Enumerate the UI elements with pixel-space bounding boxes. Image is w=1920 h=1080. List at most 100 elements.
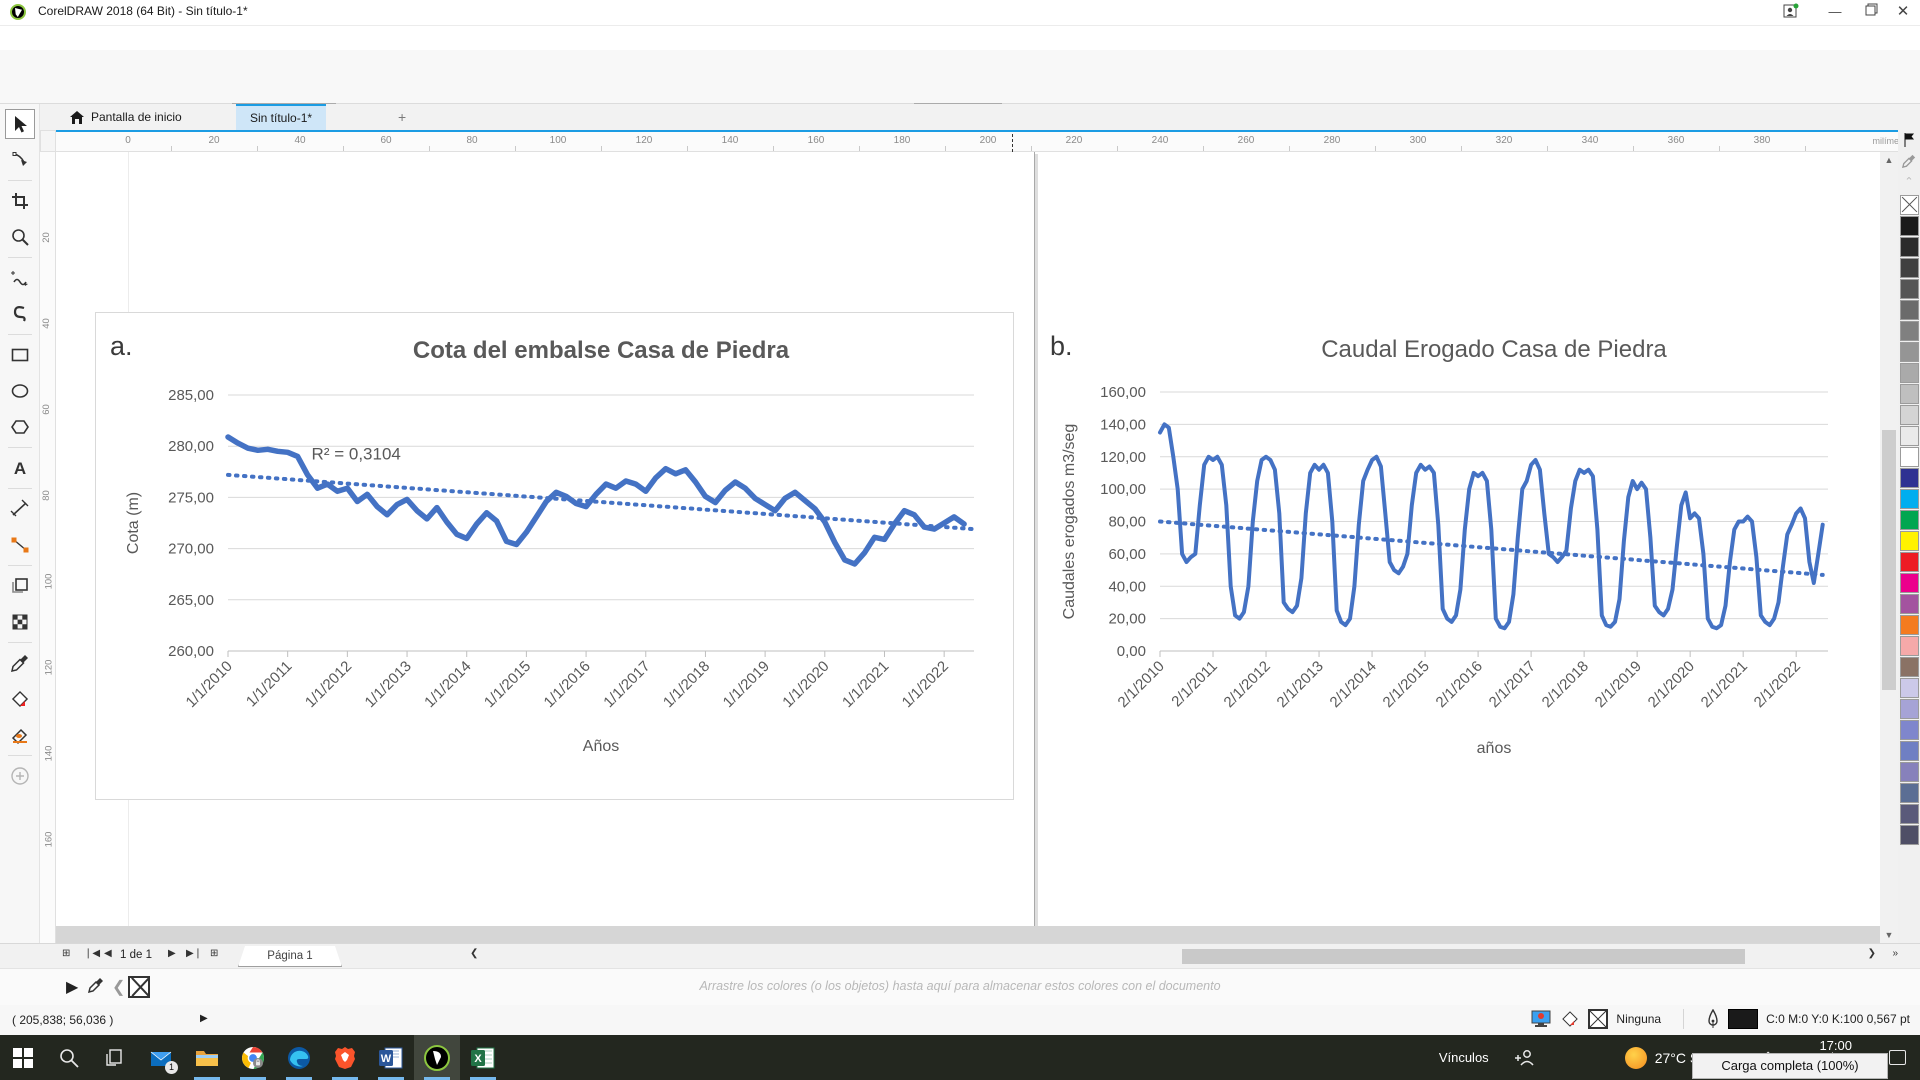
rectangle-tool[interactable] — [5, 340, 35, 370]
tab-document[interactable]: Sin título-1* — [236, 104, 326, 130]
scroll-left-icon[interactable]: ❮ — [470, 948, 478, 959]
last-page-icon[interactable]: ▶❘ — [186, 948, 202, 959]
color-swatch[interactable] — [1900, 216, 1919, 236]
account-icon[interactable] — [1782, 3, 1800, 21]
color-swatch[interactable] — [1900, 405, 1919, 425]
next-page-icon[interactable]: ▶ — [168, 948, 176, 959]
expand-icon[interactable]: » — [1892, 948, 1898, 959]
horizontal-ruler[interactable]: milímetros 02040608010012014016018020022… — [56, 130, 1920, 152]
links-toolbar-label[interactable]: Vínculos — [1439, 1050, 1489, 1065]
interactive-fill-tool[interactable] — [5, 684, 35, 714]
outline-pen-icon[interactable] — [1706, 1009, 1720, 1029]
text-tool[interactable]: A — [5, 453, 35, 483]
color-swatch[interactable] — [1900, 720, 1919, 740]
chart-object-caudal-erogado[interactable]: b.Caudal Erogado Casa de Piedra160,00140… — [1040, 315, 1855, 790]
action-center-icon[interactable] — [1889, 1050, 1906, 1065]
outline-color-swatch[interactable] — [1728, 1009, 1758, 1029]
drop-shadow-tool[interactable] — [5, 571, 35, 601]
excel-app[interactable]: X — [460, 1035, 506, 1080]
swatch-none[interactable] — [1900, 195, 1919, 215]
dimension-tool[interactable] — [5, 494, 35, 524]
restore-button[interactable] — [1862, 3, 1880, 21]
proof-colors-icon[interactable] — [1530, 1010, 1552, 1028]
transparency-tool[interactable] — [5, 607, 35, 637]
color-swatch[interactable] — [1900, 510, 1919, 530]
chart-object-cota-embalse[interactable]: a.Cota del embalse Casa de Piedra285,002… — [95, 312, 1014, 800]
first-page-icon[interactable]: ❘◀ — [84, 948, 100, 959]
brave-app[interactable] — [322, 1035, 368, 1080]
color-swatch[interactable] — [1900, 237, 1919, 257]
smart-fill-tool[interactable] — [5, 720, 35, 750]
palette-scroll-up-icon[interactable]: ⌃ — [1900, 175, 1918, 193]
shape-tool[interactable] — [5, 145, 35, 175]
color-swatch[interactable] — [1900, 657, 1919, 677]
clock[interactable]: 17:00 — [1819, 1038, 1852, 1053]
vertical-scrollbar[interactable]: ▲ ▼ — [1880, 152, 1898, 943]
color-swatch[interactable] — [1900, 741, 1919, 761]
color-swatch[interactable] — [1900, 384, 1919, 404]
new-tab-button[interactable]: + — [384, 104, 412, 130]
color-swatch[interactable] — [1900, 594, 1919, 614]
ruler-origin[interactable] — [40, 130, 56, 152]
pick-tool[interactable] — [5, 109, 35, 139]
color-swatch[interactable] — [1900, 573, 1919, 593]
color-swatch[interactable] — [1900, 552, 1919, 572]
status-flyout-icon[interactable]: ▶ — [200, 1013, 208, 1024]
crop-tool[interactable] — [5, 186, 35, 216]
palette-flag-icon[interactable] — [1900, 133, 1918, 151]
color-swatch[interactable] — [1900, 825, 1919, 845]
tab-welcome-screen[interactable]: Pantalla de inicio — [56, 104, 196, 130]
search-button[interactable] — [46, 1035, 92, 1080]
color-swatch[interactable] — [1900, 615, 1919, 635]
edge-app[interactable] — [276, 1035, 322, 1080]
mail-app[interactable]: 1 — [138, 1035, 184, 1080]
drawing-canvas[interactable]: a.Cota del embalse Casa de Piedra285,002… — [56, 152, 1880, 943]
color-swatch[interactable] — [1900, 300, 1919, 320]
people-icon[interactable] — [1515, 1049, 1535, 1067]
polygon-tool[interactable] — [5, 412, 35, 442]
color-swatch[interactable] — [1900, 489, 1919, 509]
page-tab[interactable]: Página 1 — [238, 946, 342, 967]
task-view-button[interactable] — [92, 1035, 138, 1080]
vertical-ruler[interactable]: 20406080100120140160 — [40, 152, 56, 943]
color-swatch[interactable] — [1900, 468, 1919, 488]
freehand-tool[interactable] — [5, 263, 35, 293]
explorer-app[interactable] — [184, 1035, 230, 1080]
chrome-app[interactable] — [230, 1035, 276, 1080]
horizontal-scroll-thumb[interactable] — [1182, 949, 1745, 964]
color-swatch[interactable] — [1900, 321, 1919, 341]
word-app[interactable]: W — [368, 1035, 414, 1080]
color-swatch[interactable] — [1900, 426, 1919, 446]
fill-none-icon[interactable] — [1588, 1009, 1608, 1029]
more-tools[interactable] — [5, 761, 35, 791]
color-eyedropper-tool[interactable] — [5, 648, 35, 678]
connector-tool[interactable] — [5, 530, 35, 560]
color-swatch[interactable] — [1900, 636, 1919, 656]
vertical-scroll-thumb[interactable] — [1882, 430, 1896, 690]
artistic-media-tool[interactable] — [5, 299, 35, 329]
color-swatch[interactable] — [1900, 762, 1919, 782]
color-swatch[interactable] — [1900, 279, 1919, 299]
horizontal-scrollbar[interactable] — [488, 948, 1858, 965]
palette-eyedropper-icon[interactable] — [1900, 154, 1918, 172]
color-swatch[interactable] — [1900, 258, 1919, 278]
add-page-icon[interactable]: ⊞ — [62, 948, 70, 959]
prev-page-icon[interactable]: ◀ — [104, 948, 112, 959]
color-swatch[interactable] — [1900, 363, 1919, 383]
add-page-icon-2[interactable]: ⊞ — [210, 948, 218, 959]
scroll-down-icon[interactable]: ▼ — [1880, 927, 1898, 943]
color-swatch[interactable] — [1900, 783, 1919, 803]
color-swatch[interactable] — [1900, 447, 1919, 467]
fill-color-icon[interactable] — [1560, 1009, 1580, 1029]
color-swatch[interactable] — [1900, 699, 1919, 719]
coreldraw-app[interactable] — [414, 1035, 460, 1080]
minimize-button[interactable]: — — [1826, 3, 1844, 21]
scroll-right-icon[interactable]: ❯ — [1868, 948, 1876, 959]
color-swatch[interactable] — [1900, 804, 1919, 824]
color-swatch[interactable] — [1900, 678, 1919, 698]
color-swatch[interactable] — [1900, 342, 1919, 362]
ellipse-tool[interactable] — [5, 376, 35, 406]
start-button[interactable] — [0, 1035, 46, 1080]
color-swatch[interactable] — [1900, 531, 1919, 551]
zoom-tool[interactable] — [5, 222, 35, 252]
